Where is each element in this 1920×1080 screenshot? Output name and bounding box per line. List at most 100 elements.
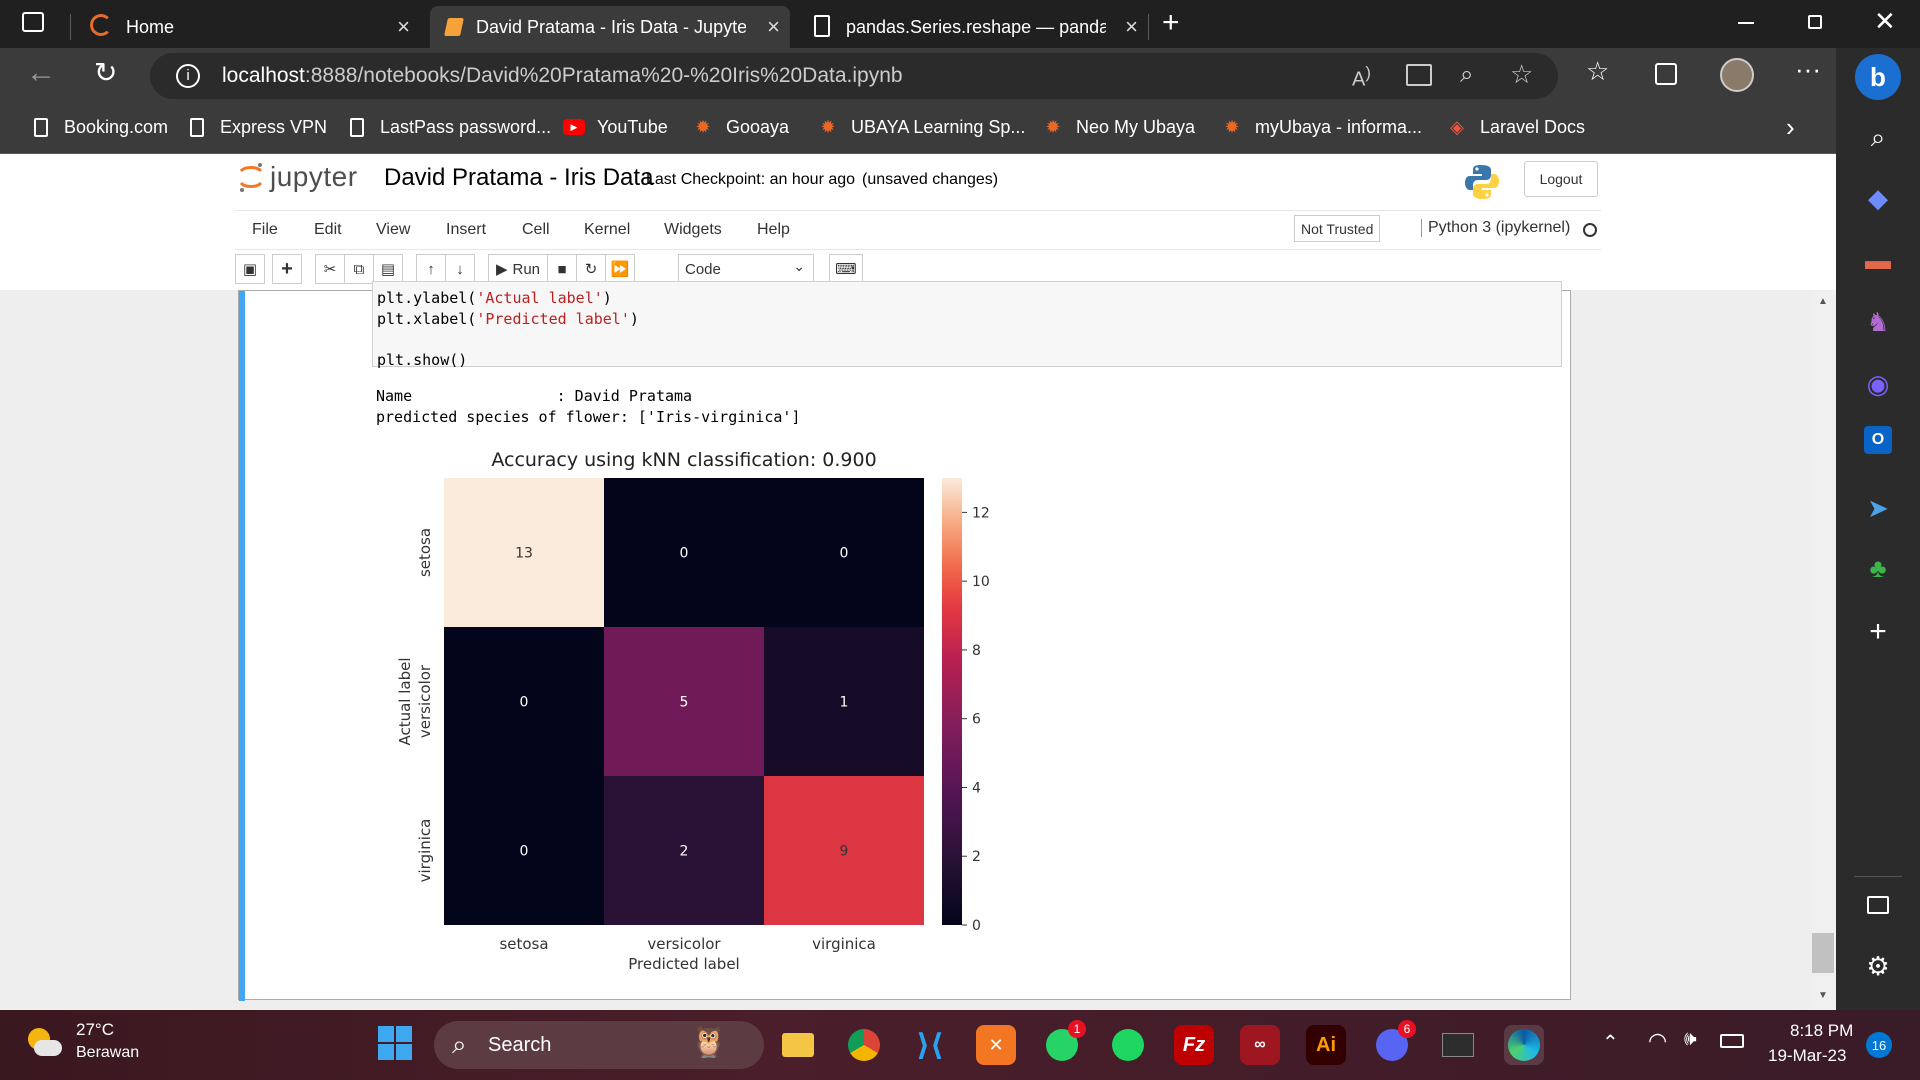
start-icon[interactable] [378, 1026, 412, 1060]
cut-button[interactable]: ✂ [315, 254, 345, 284]
move-up-button[interactable]: ↑ [416, 254, 446, 284]
sidebar-toggle-icon[interactable] [1867, 896, 1889, 914]
menu-widgets[interactable]: Widgets [664, 221, 722, 239]
chevron-up-icon[interactable]: ⌃ [1602, 1030, 1619, 1055]
cell-type-select[interactable]: Code ⌄ [678, 254, 814, 284]
settings-icon[interactable]: ⚙ [1858, 946, 1898, 986]
terminal-icon[interactable] [1438, 1025, 1478, 1065]
new-tab-icon[interactable]: + [1162, 6, 1180, 40]
close-icon[interactable]: × [1125, 14, 1138, 40]
favorites-icon[interactable]: ☆ [1586, 56, 1609, 87]
menu-view[interactable]: View [376, 221, 410, 239]
battery-icon[interactable] [1720, 1034, 1744, 1048]
restore-icon[interactable] [1808, 15, 1822, 29]
cell-input[interactable]: plt.ylabel('Actual label') plt.xlabel('P… [372, 281, 1562, 369]
profile-avatar[interactable] [1720, 58, 1754, 92]
illustrator-icon[interactable]: Ai [1306, 1025, 1346, 1065]
move-down-button[interactable]: ↓ [445, 254, 475, 284]
scroll-thumb[interactable] [1812, 933, 1834, 973]
weather-icon[interactable] [26, 1026, 62, 1060]
close-icon[interactable]: × [767, 14, 780, 40]
menu-insert[interactable]: Insert [446, 221, 486, 239]
bookmark-youtube[interactable]: ▶ YouTube [563, 116, 668, 138]
telegram-icon[interactable]: ➤ [1858, 488, 1898, 528]
trust-button[interactable]: Not Trusted [1294, 215, 1381, 242]
office-icon[interactable]: ◉ [1858, 364, 1898, 404]
volume-icon[interactable]: 🕪 [1684, 1028, 1697, 1051]
read-aloud-icon[interactable]: A) [1352, 63, 1371, 92]
notification-badge[interactable]: 16 [1866, 1032, 1892, 1058]
tab-pandas[interactable]: pandas.Series.reshape — pandas × [800, 6, 1148, 48]
bookmark-ubaya-learning[interactable]: ✹ UBAYA Learning Sp... [817, 116, 1025, 138]
xampp-icon[interactable]: ✕ [976, 1025, 1016, 1065]
scroll-up-icon[interactable]: ▲ [1818, 296, 1828, 307]
tab-actions-icon[interactable] [22, 12, 44, 32]
bookmark-booking[interactable]: Booking.com [30, 116, 168, 138]
tree-icon[interactable]: ♣ [1858, 548, 1898, 588]
tab-jupyter[interactable]: David Pratama - Iris Data - Jupyter × [430, 6, 790, 48]
restart-run-all-button[interactable]: ⏩ [605, 254, 635, 284]
shopping-icon[interactable]: ◆ [1858, 178, 1898, 218]
add-favorite-icon[interactable]: ☆ [1510, 59, 1533, 90]
immersive-reader-icon[interactable] [1406, 64, 1432, 86]
menu-cell[interactable]: Cell [522, 221, 550, 239]
run-button[interactable]: ▶ Run [488, 254, 548, 284]
more-icon[interactable]: ··· [1795, 54, 1821, 85]
zoom-icon[interactable]: ⌕ [1460, 61, 1473, 89]
games-icon[interactable]: ♞ [1858, 302, 1898, 342]
jupyter-logo[interactable]: jupyter [238, 161, 358, 193]
bookmark-lastpass[interactable]: LastPass password... [346, 116, 551, 138]
clock-date[interactable]: 19-Mar-23 [1768, 1046, 1846, 1066]
bookmark-myubaya[interactable]: ✹ myUbaya - informa... [1221, 116, 1422, 138]
tab-home[interactable]: Home × [80, 6, 420, 48]
cell-value-label: 0 [680, 546, 689, 562]
clock-time[interactable]: 8:18 PM [1790, 1021, 1853, 1041]
chevron-right-icon[interactable]: › [1786, 112, 1795, 143]
spotify-icon[interactable] [1108, 1025, 1148, 1065]
outlook-icon[interactable]: O [1864, 426, 1892, 454]
checkpoint-status: Last Checkpoint: an hour ago [646, 171, 856, 188]
notebook-title[interactable]: David Pratama - Iris Data [384, 164, 653, 192]
interrupt-button[interactable]: ■ [547, 254, 577, 284]
collections-icon[interactable] [1655, 63, 1677, 85]
add-icon[interactable]: + [1858, 612, 1898, 652]
wifi-icon[interactable]: ◠ [1648, 1028, 1667, 1054]
bookmark-expressvpn[interactable]: Express VPN [186, 116, 327, 138]
vscode-icon[interactable]: ⟩⟨ [910, 1025, 950, 1065]
search-icon[interactable]: ⌕ [1858, 118, 1898, 158]
bookmark-laravel[interactable]: ◈ Laravel Docs [1446, 116, 1585, 138]
menu-edit[interactable]: Edit [314, 221, 342, 239]
edge-icon[interactable] [1504, 1025, 1544, 1065]
menu-kernel[interactable]: Kernel [584, 221, 630, 239]
restart-button[interactable]: ↻ [576, 254, 606, 284]
back-icon[interactable]: ← [26, 56, 56, 90]
close-icon[interactable]: × [397, 14, 410, 40]
mendeley-icon[interactable]: ∞ [1240, 1025, 1280, 1065]
menu-file[interactable]: File [252, 221, 278, 239]
minimize-icon[interactable] [1738, 22, 1754, 24]
logout-button[interactable]: Logout [1524, 161, 1598, 197]
page-scrollbar[interactable]: ▲ ▼ [1812, 290, 1836, 1010]
copy-button[interactable]: ⧉ [344, 254, 374, 284]
tools-icon[interactable]: ▬ [1858, 240, 1898, 280]
paste-button[interactable]: ▤ [373, 254, 403, 284]
bookmark-neo-my-ubaya[interactable]: ✹ Neo My Ubaya [1042, 116, 1195, 138]
info-icon[interactable]: i [176, 64, 200, 88]
taskbar-search[interactable]: ⌕ Search 🦉 [434, 1021, 764, 1069]
cell-value-label: 5 [680, 695, 689, 711]
refresh-icon[interactable]: ↻ [94, 56, 117, 89]
command-palette-button[interactable]: ⌨ [829, 254, 863, 284]
scroll-down-icon[interactable]: ▼ [1818, 990, 1828, 1001]
bookmark-gooaya[interactable]: ✹ Gooaya [692, 116, 789, 138]
bing-icon[interactable]: b [1855, 54, 1901, 100]
file-explorer-icon[interactable] [778, 1025, 818, 1065]
save-button[interactable]: ▣ [235, 254, 265, 284]
menu-help[interactable]: Help [757, 221, 790, 239]
close-window-icon[interactable]: ✕ [1874, 6, 1896, 37]
chrome-icon[interactable] [844, 1025, 884, 1065]
insert-cell-button[interactable]: + [272, 254, 302, 284]
jupyter-book-icon [444, 18, 464, 36]
url-field[interactable]: i localhost:8888/notebooks/David%20Prata… [150, 53, 1558, 99]
x-axis-label: Predicted label [628, 955, 739, 973]
filezilla-icon[interactable]: Fz [1174, 1025, 1214, 1065]
